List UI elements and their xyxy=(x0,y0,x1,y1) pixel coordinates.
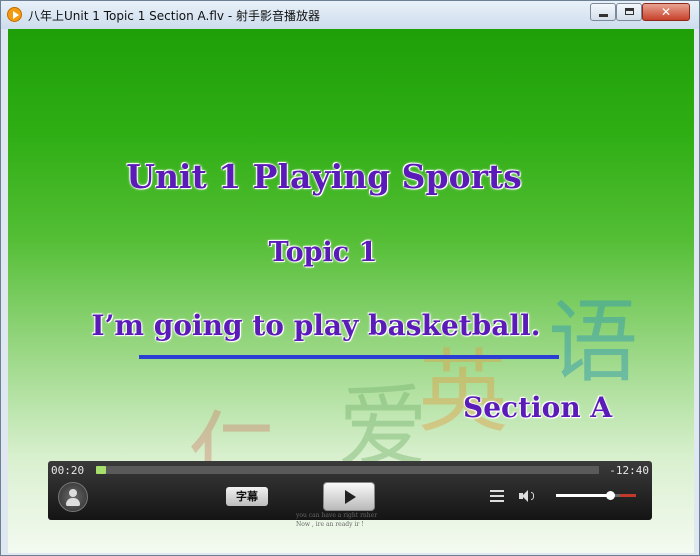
app-play-icon xyxy=(7,7,22,22)
progress-fill xyxy=(96,466,107,474)
faint-line-1: you can have a right rnher xyxy=(296,512,378,519)
video-heading-unit: Unit 1 Playing Sports xyxy=(126,157,522,196)
faint-line-2: Now , ire an ready ir ! xyxy=(296,521,364,528)
progress-bar[interactable] xyxy=(96,466,599,474)
player-window: 八年上Unit 1 Topic 1 Section A.flv - 射手影音播放… xyxy=(0,0,700,556)
volume-max-zone xyxy=(620,494,636,497)
users-icon[interactable] xyxy=(58,482,88,512)
close-icon: ✕ xyxy=(660,5,672,19)
window-title: 八年上Unit 1 Topic 1 Section A.flv - 射手影音播放… xyxy=(28,9,320,23)
video-heading-section: Section A xyxy=(463,391,613,424)
video-heading-sentence: I’m going to play basketball. xyxy=(91,309,541,342)
play-button[interactable] xyxy=(323,482,375,511)
volume-knob[interactable] xyxy=(606,491,616,500)
close-button[interactable]: ✕ xyxy=(642,3,690,21)
minimize-button[interactable] xyxy=(590,3,616,21)
heading-underline xyxy=(139,355,559,359)
subtitle-button[interactable]: 字幕 xyxy=(226,487,268,506)
volume-slider[interactable] xyxy=(556,491,636,500)
control-bar: 00:20 -12:40 字幕 you can have a right rnh… xyxy=(48,461,652,528)
volume-level xyxy=(556,494,611,497)
maximize-button[interactable] xyxy=(616,3,642,21)
elapsed-time: 00:20 xyxy=(51,464,85,477)
title-bar[interactable]: 八年上Unit 1 Topic 1 Section A.flv - 射手影音播放… xyxy=(1,1,699,29)
video-area[interactable]: 仁 爱 英 语 Unit 1 Playing Sports Topic 1 I’… xyxy=(8,29,694,553)
playlist-icon[interactable] xyxy=(490,489,504,503)
remaining-time: -12:40 xyxy=(609,464,649,477)
video-heading-topic: Topic 1 xyxy=(268,237,378,268)
volume-icon[interactable] xyxy=(519,488,537,504)
faint-background-text: you can have a right rnher Now , ire an … xyxy=(296,511,377,529)
